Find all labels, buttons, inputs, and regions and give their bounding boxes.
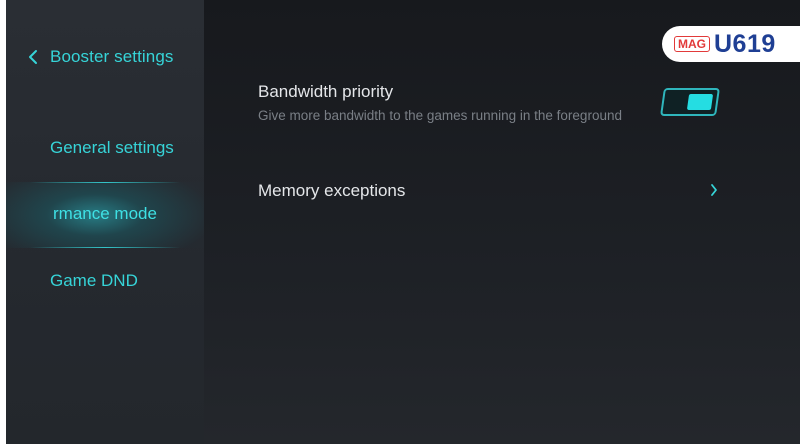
bandwidth-priority-title: Bandwidth priority — [258, 82, 394, 101]
main-panel — [204, 0, 800, 444]
back-button[interactable]: Booster settings — [28, 44, 174, 70]
back-label: Booster settings — [50, 47, 174, 66]
toggle-knob — [686, 94, 714, 110]
memory-exceptions-item[interactable]: Memory exceptions — [258, 181, 405, 201]
chevron-left-icon — [28, 49, 38, 65]
watermark-word: U619 — [714, 30, 776, 58]
sidebar-item-general-settings[interactable]: General settings — [50, 138, 174, 158]
watermark-logo: MAG U619 — [662, 26, 800, 62]
sidebar-item-performance-mode[interactable]: rmance mode — [6, 182, 204, 248]
watermark-tag: MAG — [674, 36, 710, 52]
chevron-right-icon[interactable] — [709, 182, 719, 203]
bandwidth-priority-subtitle: Give more bandwidth to the games running… — [258, 108, 622, 123]
sidebar-item-label: rmance mode — [53, 204, 157, 223]
sidebar-item-game-dnd[interactable]: Game DND — [50, 271, 138, 291]
bandwidth-priority-toggle[interactable] — [660, 88, 720, 116]
